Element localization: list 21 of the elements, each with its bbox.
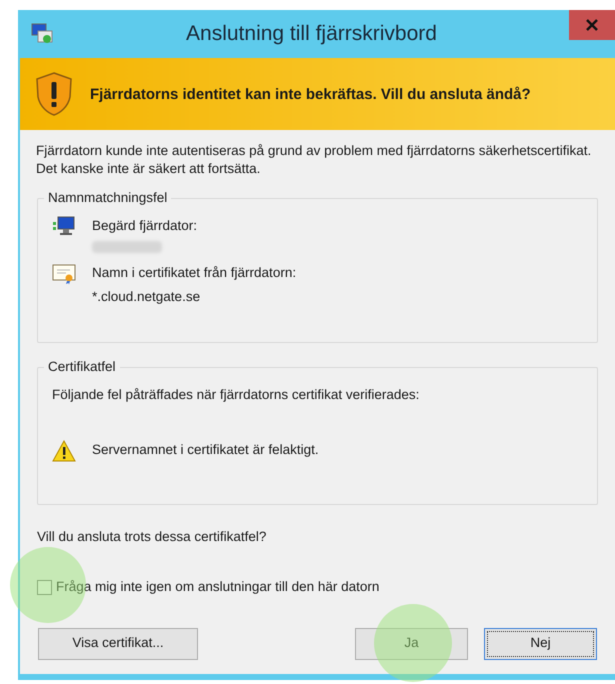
question-text: Vill du ansluta trots dessa certifikatfel? (37, 528, 268, 546)
description-text: Fjärrdatorn kunde inte autentiseras på grund av problem med fjärrdatorns säkerhetscertifikat. Det kanske inte är säkert att fortsätta. (36, 142, 592, 178)
close-button[interactable] (569, 10, 615, 40)
remote-desktop-icon (30, 22, 54, 46)
group-title: Certifikatfel (47, 358, 117, 376)
dialog-button[interactable]: Visa certifikat... (38, 628, 198, 660)
warning-icon (52, 440, 76, 462)
certificate-icon (52, 262, 76, 284)
checkbox-label: Fråga mig inte igen om anslutningar till den här datorn (56, 578, 380, 596)
group-title: Namnmatchningsfel (47, 189, 168, 207)
shield-warning-icon (34, 71, 74, 117)
banner-message: Fjärrdatorns identitet kan inte bekräftas. Vill du ansluta ändå? (90, 84, 531, 104)
close-icon (586, 19, 598, 31)
dialog-button[interactable]: Nej (484, 628, 597, 660)
error-message: Servernamnet i certifikatet är felaktigt. (92, 441, 319, 460)
checkbox[interactable] (37, 580, 52, 595)
error-intro: Följande fel påträffades när fjärrdatorns certifikat verifierades: (52, 386, 420, 404)
field-label: Begärd fjärrdator: (92, 217, 198, 236)
field-label: Namn i certifikatet från fjärrdatorn: (92, 264, 296, 282)
field-value: *.cloud.netgate.se (92, 288, 202, 306)
window-title: Anslutning till fjärrskrivbord (186, 21, 437, 48)
